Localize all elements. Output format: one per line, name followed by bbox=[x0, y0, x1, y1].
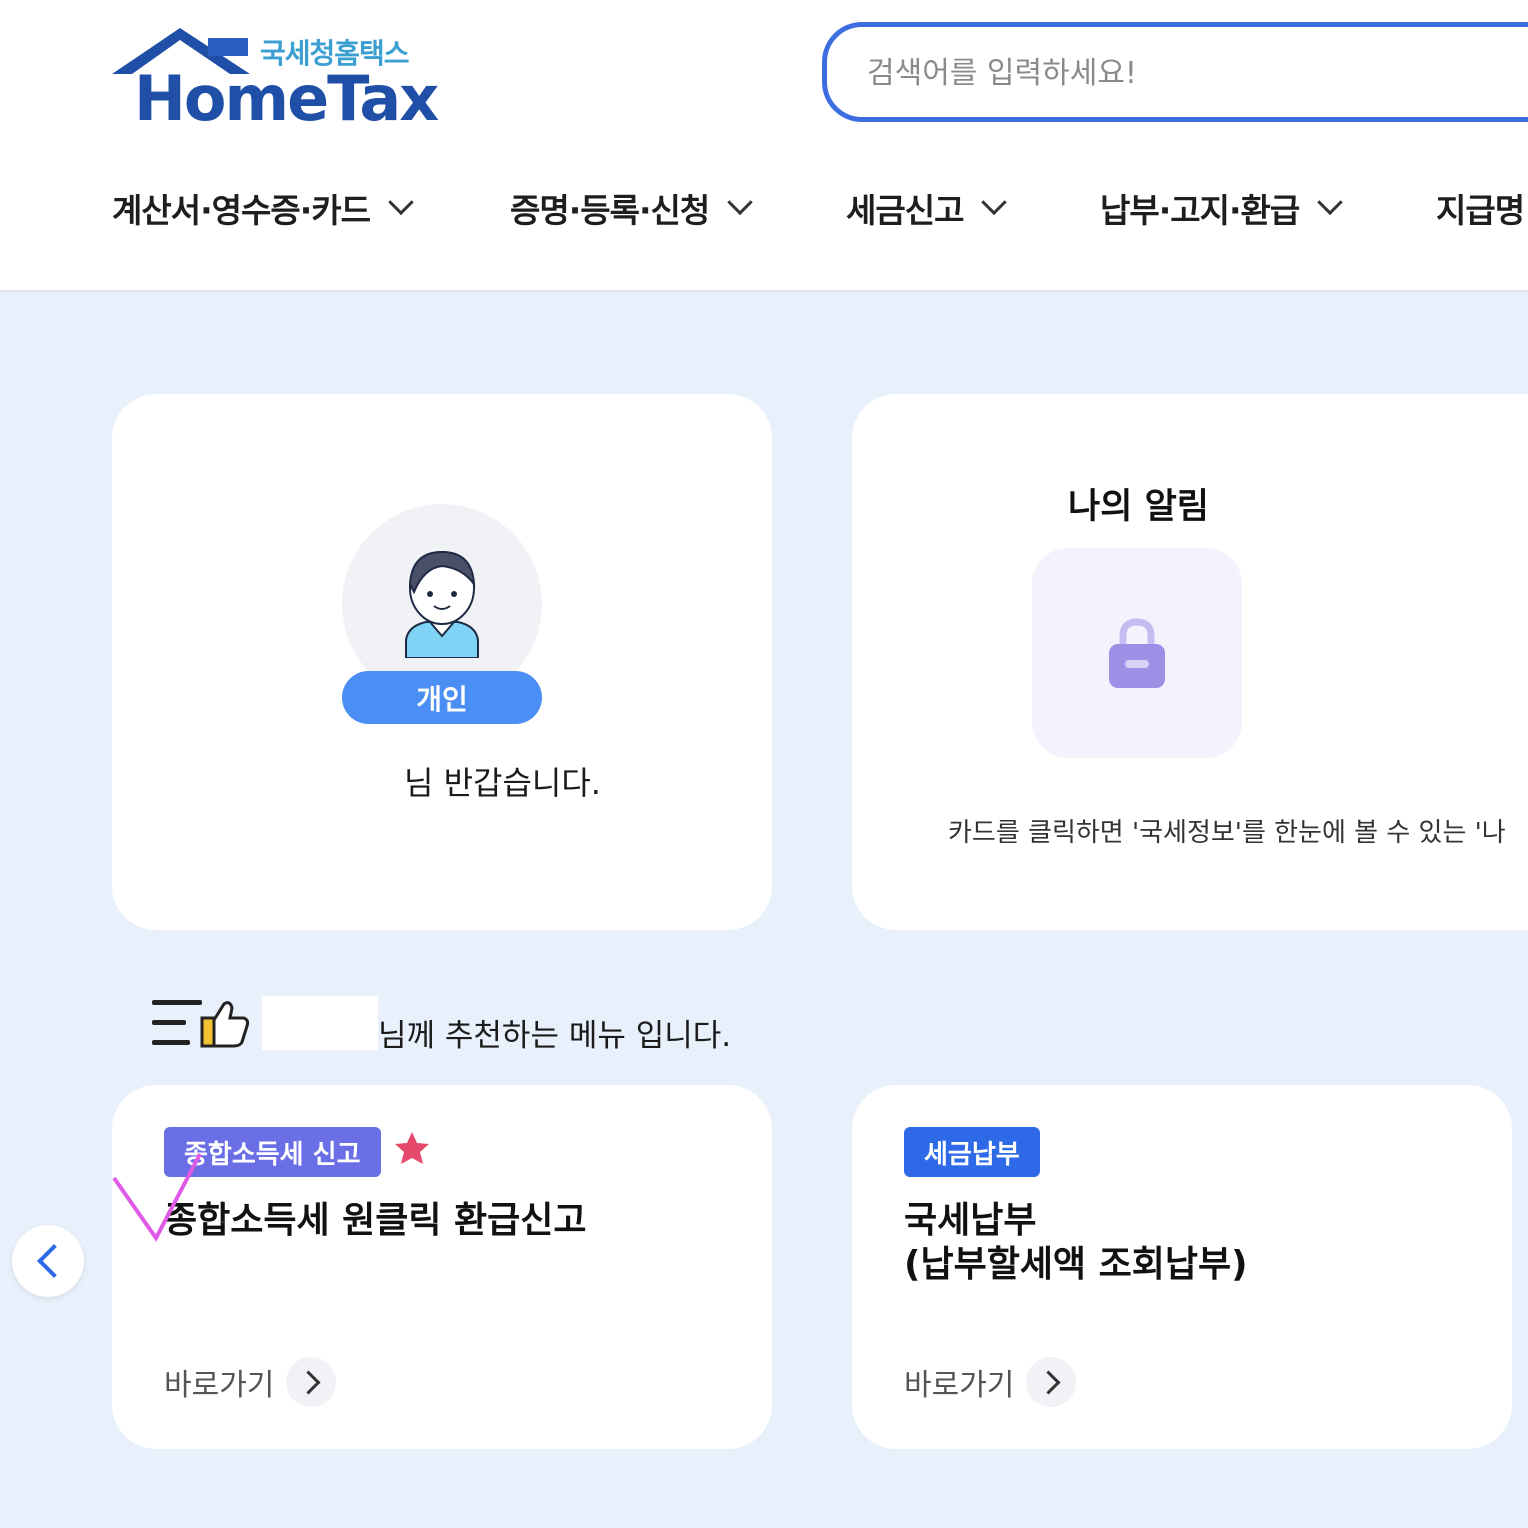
logo-title: HomeTax bbox=[134, 62, 439, 135]
profile-card[interactable]: 개인 님 반갑습니다. bbox=[112, 394, 772, 930]
goto-link[interactable]: 바로가기 bbox=[904, 1357, 1077, 1407]
search-input[interactable] bbox=[867, 53, 1487, 93]
recommendation-header: 님께 추천하는 메뉴 입니다. bbox=[150, 996, 850, 1056]
main-nav: 계산서·영수증·카드 증명·등록·신청 세금신고 납부·고지·환급 지급명 bbox=[0, 184, 1528, 240]
hometax-logo[interactable]: 국세청홈택스 HomeTax bbox=[110, 24, 439, 135]
checkmark-annotation-icon bbox=[112, 1153, 202, 1242]
search-bar[interactable] bbox=[822, 22, 1528, 122]
site-header: 국세청홈택스 HomeTax 계산서·영수증·카드 증명·등록·신청 세금신고 … bbox=[0, 0, 1528, 292]
nav-item-tax-report[interactable]: 세금신고 bbox=[846, 184, 1008, 232]
user-type-badge: 개인 bbox=[342, 671, 542, 724]
nav-item-label: 지급명 bbox=[1436, 191, 1525, 230]
redacted-username bbox=[262, 996, 378, 1050]
menu-card-income-tax[interactable]: 종합소득세 신고 종합소득세 원클릭 환급신고 바로가기 bbox=[112, 1085, 772, 1449]
menu-title-line: (납부할세액 조회납부) bbox=[904, 1244, 1248, 1285]
notification-description: 카드를 클릭하면 '국세정보'를 한눈에 볼 수 있는 '나 bbox=[948, 818, 1506, 848]
carousel-prev-button[interactable] bbox=[12, 1225, 84, 1297]
chevron-down-icon bbox=[1317, 189, 1343, 216]
lock-icon bbox=[1109, 618, 1165, 688]
goto-label: 바로가기 bbox=[904, 1368, 1015, 1403]
nav-item-label: 증명·등록·신청 bbox=[510, 191, 710, 230]
category-tag: 세금납부 bbox=[904, 1127, 1040, 1177]
nav-item-invoice[interactable]: 계산서·영수증·카드 bbox=[112, 184, 414, 232]
chevron-right-icon[interactable] bbox=[286, 1357, 337, 1407]
nav-item-statement[interactable]: 지급명 bbox=[1436, 184, 1525, 232]
menu-card-tax-payment[interactable]: 세금납부 국세납부 (납부할세액 조회납부) 바로가기 bbox=[852, 1085, 1512, 1449]
thumbs-up-menu-icon bbox=[152, 1000, 250, 1048]
menu-title-line: 국세납부 bbox=[904, 1200, 1037, 1241]
menu-title: 국세납부 (납부할세액 조회납부) bbox=[904, 1199, 1248, 1287]
menu-title: 종합소득세 원클릭 환급신고 bbox=[164, 1200, 587, 1241]
chevron-down-icon bbox=[981, 189, 1008, 216]
goto-label: 바로가기 bbox=[164, 1368, 275, 1403]
person-avatar-icon bbox=[405, 550, 479, 658]
greeting-text: 님 반갑습니다. bbox=[404, 764, 601, 802]
recommendation-text: 님께 추천하는 메뉴 입니다. bbox=[378, 1018, 732, 1054]
star-icon[interactable] bbox=[394, 1131, 430, 1165]
nav-item-certificate[interactable]: 증명·등록·신청 bbox=[510, 184, 753, 232]
chevron-down-icon bbox=[388, 189, 414, 216]
nav-item-label: 납부·고지·환급 bbox=[1100, 191, 1300, 230]
nav-item-label: 세금신고 bbox=[846, 191, 964, 230]
notification-icon-box bbox=[1032, 548, 1242, 758]
notification-title: 나의 알림 bbox=[1068, 487, 1209, 527]
nav-item-payment[interactable]: 납부·고지·환급 bbox=[1100, 184, 1343, 232]
chevron-right-icon[interactable] bbox=[1026, 1357, 1077, 1407]
nav-item-label: 계산서·영수증·카드 bbox=[112, 191, 371, 230]
goto-link[interactable]: 바로가기 bbox=[164, 1357, 337, 1407]
my-notification-card[interactable]: 나의 알림 카드를 클릭하면 '국세정보'를 한눈에 볼 수 있는 '나 bbox=[852, 394, 1528, 930]
chevron-down-icon bbox=[727, 189, 753, 216]
